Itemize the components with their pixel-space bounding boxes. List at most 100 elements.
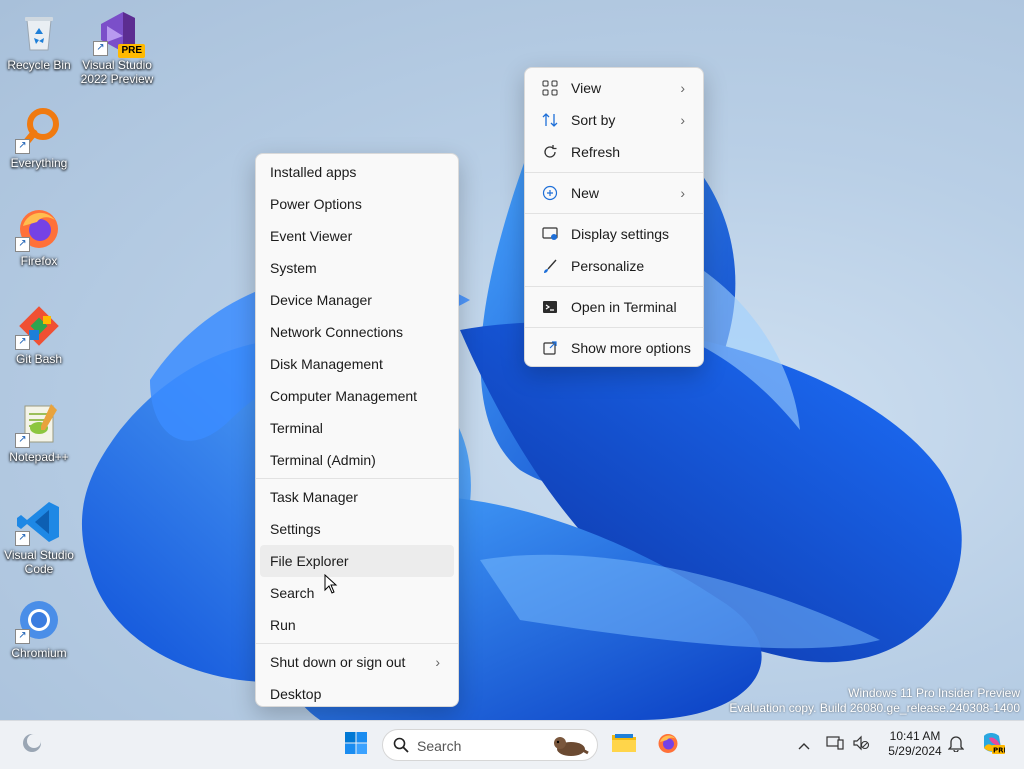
chevron-right-icon: › <box>680 80 685 96</box>
menu-item-terminal[interactable]: Terminal <box>260 412 454 444</box>
menu-item-label: Refresh <box>571 144 621 160</box>
start-button[interactable] <box>340 729 372 761</box>
terminal-icon <box>541 298 559 316</box>
menu-item-view[interactable]: View › <box>529 72 699 104</box>
clock-date: 5/29/2024 <box>888 744 942 758</box>
menu-item-settings[interactable]: Settings <box>260 513 454 545</box>
desktop-icon-label: Git Bash <box>15 352 63 366</box>
desktop-icon-label: Visual Studio 2022 Preview <box>80 58 154 86</box>
display-icon <box>541 225 559 243</box>
desktop-icon-everything[interactable]: ↗ Everything <box>0 106 78 170</box>
brush-icon <box>541 257 559 275</box>
git-bash-icon: ↗ <box>15 302 63 350</box>
menu-separator <box>525 172 703 173</box>
everything-search-icon: ↗ <box>15 106 63 154</box>
copilot-preview-icon: PRE <box>979 730 1009 761</box>
menu-item-label: Desktop <box>270 686 322 702</box>
pre-badge: PRE <box>118 44 145 58</box>
volume-tray-button[interactable] <box>848 729 874 761</box>
desktop-icon-label: Visual Studio Code <box>4 548 74 576</box>
menu-item-personalize[interactable]: Personalize <box>529 250 699 282</box>
menu-item-open-in-terminal[interactable]: Open in Terminal <box>529 291 699 323</box>
menu-item-label: Disk Management <box>270 356 383 372</box>
plus-circle-icon <box>541 184 559 202</box>
menu-item-label: Settings <box>270 521 321 537</box>
shortcut-arrow-icon: ↗ <box>15 335 30 350</box>
menu-item-display-settings[interactable]: Display settings <box>529 218 699 250</box>
menu-item-label: System <box>270 260 317 276</box>
shortcut-arrow-icon: ↗ <box>15 139 30 154</box>
menu-item-file-explorer[interactable]: File Explorer <box>260 545 454 577</box>
recycle-bin-icon <box>15 8 63 56</box>
show-hidden-icons-button[interactable] <box>789 729 819 761</box>
network-tray-button[interactable] <box>822 729 848 761</box>
menu-item-label: Event Viewer <box>270 228 353 244</box>
bell-icon <box>947 734 965 757</box>
open-external-icon <box>541 339 559 357</box>
taskbar-firefox[interactable] <box>652 729 684 761</box>
desktop-icon-visual-studio-preview[interactable]: ↗ PRE Visual Studio 2022 Preview <box>78 8 156 86</box>
weather-widget-icon <box>20 731 44 760</box>
refresh-icon <box>541 143 559 161</box>
menu-item-task-manager[interactable]: Task Manager <box>260 481 454 513</box>
chevron-right-icon: › <box>680 112 685 128</box>
menu-item-refresh[interactable]: Refresh <box>529 136 699 168</box>
taskbar: Search 10:41 AM 5/29/2024 PRE <box>0 720 1024 769</box>
menu-item-label: Installed apps <box>270 164 357 180</box>
desktop-icon-chromium[interactable]: ↗ Chromium <box>0 596 78 660</box>
menu-item-label: Show more options <box>571 340 691 356</box>
menu-item-label: Terminal <box>270 420 323 436</box>
winx-menu: Installed apps Power Options Event Viewe… <box>255 153 459 707</box>
menu-item-label: Device Manager <box>270 292 372 308</box>
menu-item-sort-by[interactable]: Sort by › <box>529 104 699 136</box>
menu-item-power-options[interactable]: Power Options <box>260 188 454 220</box>
menu-item-network-connections[interactable]: Network Connections <box>260 316 454 348</box>
menu-item-show-more-options[interactable]: Show more options <box>529 332 699 364</box>
menu-item-label: Computer Management <box>270 388 418 404</box>
sort-icon <box>541 111 559 129</box>
menu-item-label: Shut down or sign out <box>270 654 406 670</box>
desktop-icon-recycle-bin[interactable]: Recycle Bin <box>0 8 78 72</box>
menu-item-disk-management[interactable]: Disk Management <box>260 348 454 380</box>
menu-item-terminal-admin[interactable]: Terminal (Admin) <box>260 444 454 476</box>
copilot-button[interactable]: PRE <box>976 729 1009 761</box>
speaker-muted-icon <box>852 735 870 756</box>
taskbar-clock[interactable]: 10:41 AM 5/29/2024 <box>880 729 950 759</box>
menu-separator <box>525 286 703 287</box>
wallpaper-bloom <box>81 112 962 720</box>
menu-item-run[interactable]: Run <box>260 609 454 641</box>
chromium-icon: ↗ <box>15 596 63 644</box>
watermark-line: Evaluation copy. Build 26080.ge_release.… <box>729 701 1020 715</box>
notifications-button[interactable] <box>942 729 970 761</box>
menu-item-desktop[interactable]: Desktop <box>260 678 454 710</box>
taskbar-search-box[interactable]: Search <box>382 729 598 761</box>
shortcut-arrow-icon: ↗ <box>15 531 30 546</box>
menu-item-system[interactable]: System <box>260 252 454 284</box>
menu-item-label: Task Manager <box>270 489 358 505</box>
menu-item-device-manager[interactable]: Device Manager <box>260 284 454 316</box>
menu-item-event-viewer[interactable]: Event Viewer <box>260 220 454 252</box>
desktop-icon-notepadpp[interactable]: ↗ Notepad++ <box>0 400 78 464</box>
menu-separator <box>256 478 458 479</box>
desktop-icon-git-bash[interactable]: ↗ Git Bash <box>0 302 78 366</box>
menu-separator <box>525 213 703 214</box>
widgets-button[interactable] <box>16 729 48 761</box>
menu-separator <box>256 643 458 644</box>
shortcut-arrow-icon: ↗ <box>15 629 30 644</box>
vscode-icon: ↗ <box>15 498 63 546</box>
menu-item-shut-down-or-sign-out[interactable]: Shut down or sign out › <box>260 646 454 678</box>
desktop-icon-vscode[interactable]: ↗ Visual Studio Code <box>0 498 78 576</box>
menu-item-new[interactable]: New › <box>529 177 699 209</box>
menu-item-computer-management[interactable]: Computer Management <box>260 380 454 412</box>
desktop[interactable]: Recycle Bin ↗ PRE Visual Studio 2022 Pre… <box>0 0 1024 720</box>
menu-item-label: Sort by <box>571 112 616 128</box>
shortcut-arrow-icon: ↗ <box>15 237 30 252</box>
menu-item-installed-apps[interactable]: Installed apps <box>260 156 454 188</box>
menu-separator <box>525 327 703 328</box>
menu-item-search[interactable]: Search <box>260 577 454 609</box>
visual-studio-preview-icon: ↗ PRE <box>93 8 145 58</box>
desktop-icon-firefox[interactable]: ↗ Firefox <box>0 204 78 268</box>
taskbar-file-explorer[interactable] <box>608 729 640 761</box>
desktop-icon-label: Recycle Bin <box>7 58 71 72</box>
chevron-right-icon: › <box>435 654 440 670</box>
